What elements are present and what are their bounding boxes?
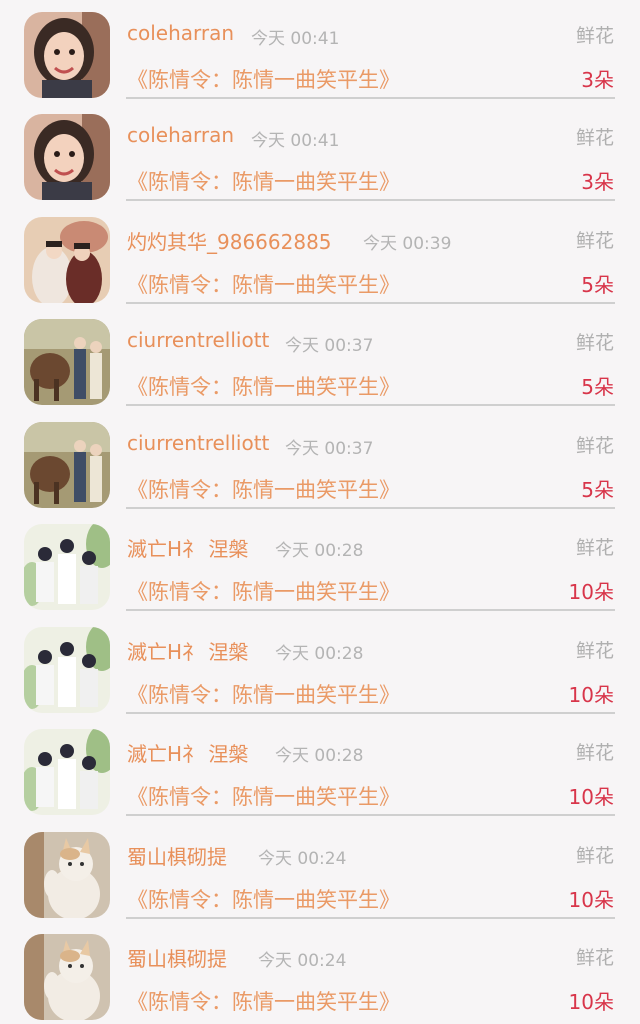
horse-couple-avatar-icon[interactable] [24,319,110,405]
program-title[interactable]: 《陈情令：陈情一曲笑平生》 [127,371,400,401]
gift-record-row[interactable]: 灼灼其华_986662885 今天 00:39 鲜花 《陈情令：陈情一曲笑平生》… [0,205,640,307]
row-divider [126,97,615,99]
username[interactable]: 滅亡H礻 涅槃 [127,533,248,562]
send-time: 今天 00:24 [258,951,347,971]
row-divider [126,917,615,919]
gift-record-row[interactable]: 蜀山椇砌提 今天 00:24 鲜花 《陈情令：陈情一曲笑平生》 10朵 [0,922,640,1024]
row-divider [126,814,615,816]
gift-count: 10朵 [568,580,614,604]
send-time: 今天 00:28 [275,644,364,664]
gift-type-label: 鲜花 [575,947,614,969]
gift-count: 3朵 [581,68,614,92]
username[interactable]: ciurrentrelliott [127,328,269,352]
gift-record-row[interactable]: ciurrentrelliott 今天 00:37 鲜花 《陈情令：陈情一曲笑平… [0,307,640,409]
program-title[interactable]: 《陈情令：陈情一曲笑平生》 [127,576,400,606]
row-divider [126,609,615,611]
cat-avatar-icon[interactable] [24,934,110,1020]
gift-type-label: 鲜花 [575,435,614,457]
gift-record-row[interactable]: 滅亡H礻 涅槃 今天 00:28 鲜花 《陈情令：陈情一曲笑平生》 10朵 [0,615,640,717]
gift-record-list: coleharran 今天 00:41 鲜花 《陈情令：陈情一曲笑平生》 3朵 … [0,0,640,1024]
gift-record-row[interactable]: 滅亡H礻 涅槃 今天 00:28 鲜花 《陈情令：陈情一曲笑平生》 10朵 [0,717,640,819]
username[interactable]: coleharran [127,21,234,45]
send-time: 今天 00:24 [258,849,347,869]
send-time: 今天 00:37 [285,336,374,356]
send-time: 今天 00:39 [363,234,452,254]
costume-drama-avatar-icon[interactable] [24,217,110,303]
gift-record-row[interactable]: 蜀山椇砌提 今天 00:24 鲜花 《陈情令：陈情一曲笑平生》 10朵 [0,820,640,922]
gift-count: 3朵 [581,170,614,194]
username[interactable]: 蜀山椇砌提 [127,841,227,870]
gift-count: 10朵 [568,990,614,1014]
username[interactable]: 滅亡H礻 涅槃 [127,738,248,767]
gift-count: 5朵 [581,273,614,297]
username[interactable]: ciurrentrelliott [127,431,269,455]
cat-avatar-icon[interactable] [24,832,110,918]
row-divider [126,712,615,714]
program-title[interactable]: 《陈情令：陈情一曲笑平生》 [127,884,400,914]
username[interactable]: 灼灼其华_986662885 [127,226,332,255]
gift-type-label: 鲜花 [575,127,614,149]
send-time: 今天 00:41 [251,131,340,151]
program-title[interactable]: 《陈情令：陈情一曲笑平生》 [127,986,400,1016]
username[interactable]: coleharran [127,123,234,147]
gift-record-row[interactable]: 滅亡H礻 涅槃 今天 00:28 鲜花 《陈情令：陈情一曲笑平生》 10朵 [0,512,640,614]
gift-count: 10朵 [568,683,614,707]
gift-count: 5朵 [581,375,614,399]
program-title[interactable]: 《陈情令：陈情一曲笑平生》 [127,269,400,299]
horse-couple-avatar-icon[interactable] [24,422,110,508]
program-title[interactable]: 《陈情令：陈情一曲笑平生》 [127,679,400,709]
send-time: 今天 00:28 [275,746,364,766]
row-divider [126,302,615,304]
gift-count: 10朵 [568,888,614,912]
username[interactable]: 滅亡H礻 涅槃 [127,636,248,665]
row-divider [126,507,615,509]
row-divider [126,404,615,406]
gift-type-label: 鲜花 [575,537,614,559]
gift-count: 5朵 [581,478,614,502]
send-time: 今天 00:41 [251,29,340,49]
row-divider [126,199,615,201]
program-title[interactable]: 《陈情令：陈情一曲笑平生》 [127,781,400,811]
gift-record-row[interactable]: coleharran 今天 00:41 鲜花 《陈情令：陈情一曲笑平生》 3朵 [0,102,640,204]
send-time: 今天 00:37 [285,439,374,459]
gift-type-label: 鲜花 [575,25,614,47]
gift-type-label: 鲜花 [575,845,614,867]
username[interactable]: 蜀山椇砌提 [127,943,227,972]
program-title[interactable]: 《陈情令：陈情一曲笑平生》 [127,64,400,94]
gift-type-label: 鲜花 [575,742,614,764]
gift-type-label: 鲜花 [575,332,614,354]
group-photo-avatar-icon[interactable] [24,729,110,815]
gift-type-label: 鲜花 [575,230,614,252]
gift-type-label: 鲜花 [575,640,614,662]
gift-record-row[interactable]: ciurrentrelliott 今天 00:37 鲜花 《陈情令：陈情一曲笑平… [0,410,640,512]
program-title[interactable]: 《陈情令：陈情一曲笑平生》 [127,166,400,196]
program-title[interactable]: 《陈情令：陈情一曲笑平生》 [127,474,400,504]
send-time: 今天 00:28 [275,541,364,561]
gift-count: 10朵 [568,785,614,809]
little-girl-avatar-icon[interactable] [24,12,110,98]
group-photo-avatar-icon[interactable] [24,524,110,610]
little-girl-avatar-icon[interactable] [24,114,110,200]
gift-record-row[interactable]: coleharran 今天 00:41 鲜花 《陈情令：陈情一曲笑平生》 3朵 [0,0,640,102]
group-photo-avatar-icon[interactable] [24,627,110,713]
